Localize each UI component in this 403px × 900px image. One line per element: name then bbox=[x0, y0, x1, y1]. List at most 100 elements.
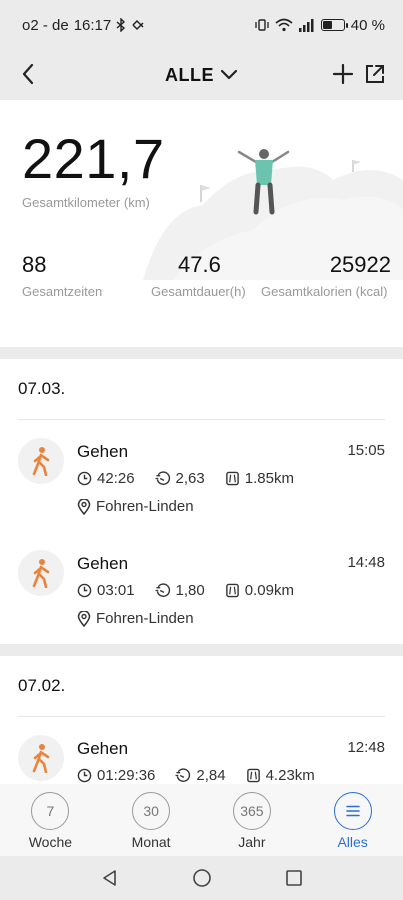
stat-total-times: 88 Gesamtzeiten bbox=[22, 252, 102, 300]
nav-recents-button[interactable] bbox=[281, 865, 307, 891]
carrier-label: o2 - de bbox=[22, 16, 69, 34]
stat-total-duration: 47.6 Gesamtdauer(h) bbox=[151, 252, 246, 300]
duration-value: 03:01 bbox=[97, 582, 135, 599]
tab-all-badge bbox=[333, 792, 372, 830]
signal-icon bbox=[298, 18, 314, 32]
tab-all[interactable]: Alles bbox=[302, 784, 403, 856]
duration-metric: 01:29:36 bbox=[77, 767, 155, 784]
distance-metric: 1.85km bbox=[225, 470, 294, 487]
status-right: 40 % bbox=[255, 17, 385, 34]
tab-year[interactable]: 365 Jahr bbox=[202, 784, 303, 856]
tab-year-label: Jahr bbox=[238, 834, 266, 850]
walking-icon bbox=[18, 550, 64, 596]
chevron-left-icon bbox=[22, 63, 34, 85]
nav-back-button[interactable] bbox=[97, 865, 123, 891]
stat-label: Gesamtdauer(h) bbox=[151, 284, 246, 299]
add-button[interactable] bbox=[329, 60, 357, 88]
duration-value: 42:26 bbox=[97, 470, 135, 487]
pace-metric: 1,80 bbox=[155, 582, 205, 599]
date-group: 07.02. Gehen 12:48 01:29:36 2,84 4.23km bbox=[0, 656, 403, 784]
chevron-down-icon bbox=[220, 69, 238, 80]
distance-value: 4.23km bbox=[265, 767, 315, 784]
pace-icon bbox=[175, 768, 191, 782]
activity-time: 12:48 bbox=[347, 739, 385, 756]
pace-value: 2,84 bbox=[196, 767, 226, 784]
vibrate-icon bbox=[255, 19, 269, 31]
circle-home-icon bbox=[192, 869, 211, 887]
pace-value: 2,63 bbox=[175, 470, 205, 487]
period-tab-bar: 7 Woche 30 Monat 365 Jahr Alles bbox=[0, 784, 403, 856]
battery-label: 40 % bbox=[350, 16, 385, 34]
activity-item[interactable]: Gehen 14:48 03:01 1,80 0.09km Fohren-Lin… bbox=[0, 532, 403, 644]
location-pin-icon bbox=[77, 498, 91, 515]
wifi-icon bbox=[275, 18, 293, 32]
status-bar: o2 - de 16:17 40 % bbox=[0, 0, 403, 50]
distance-value: 1.85km bbox=[244, 470, 294, 487]
date-header: 07.03. bbox=[18, 379, 66, 398]
pace-value: 1,80 bbox=[175, 582, 205, 599]
tab-week[interactable]: 7 Woche bbox=[0, 784, 101, 856]
tab-month-label: Monat bbox=[131, 834, 171, 850]
filter-dropdown[interactable]: ALLE bbox=[165, 65, 238, 86]
app-header: ALLE bbox=[0, 50, 403, 100]
activity-metrics: 42:26 2,63 1.85km bbox=[77, 470, 314, 487]
stat-label: Gesamtzeiten bbox=[22, 284, 103, 299]
duration-metric: 42:26 bbox=[77, 470, 135, 487]
date-group: 07.03. Gehen 15:05 42:26 2,63 1.85km Foh… bbox=[0, 359, 403, 644]
tab-week-label: Woche bbox=[28, 834, 73, 850]
activity-name: Gehen bbox=[77, 739, 129, 758]
activity-item[interactable]: Gehen 15:05 42:26 2,63 1.85km Fohren-Lin… bbox=[0, 420, 403, 532]
filter-label: ALLE bbox=[165, 64, 214, 85]
back-button[interactable] bbox=[14, 60, 42, 88]
plus-icon bbox=[332, 63, 354, 85]
status-left: o2 - de 16:17 bbox=[22, 17, 145, 34]
summary-card: 221,7 Gesamtkilometer (km) 88 Gesamtzeit… bbox=[0, 100, 403, 347]
tab-month-badge: 30 bbox=[132, 792, 171, 830]
distance-value: 0.09km bbox=[244, 582, 294, 599]
duration-value: 01:29:36 bbox=[97, 767, 156, 784]
activity-item[interactable]: Gehen 12:48 01:29:36 2,84 4.23km bbox=[0, 717, 403, 784]
clock-icon bbox=[77, 471, 92, 486]
triangle-back-icon bbox=[102, 870, 116, 886]
tab-year-badge: 365 bbox=[232, 792, 271, 830]
distance-metric: 4.23km bbox=[246, 767, 315, 784]
activity-location: Fohren-Linden bbox=[77, 498, 194, 515]
bluetooth-icon bbox=[116, 18, 126, 32]
clock-label: 16:17 bbox=[73, 16, 112, 34]
activity-name: Gehen bbox=[77, 442, 129, 461]
stat-value: 25922 bbox=[329, 252, 391, 277]
activity-name: Gehen bbox=[77, 554, 129, 573]
group-gap bbox=[0, 644, 403, 656]
clock-icon bbox=[77, 768, 92, 783]
location-label: Fohren-Linden bbox=[96, 610, 194, 627]
stat-total-calories: 25922 Gesamtkalorien (kcal) bbox=[261, 252, 391, 300]
system-nav-bar bbox=[0, 856, 403, 900]
nfc-icon bbox=[132, 19, 144, 31]
share-button[interactable] bbox=[361, 60, 389, 88]
activity-metrics: 03:01 1,80 0.09km bbox=[77, 582, 314, 599]
activity-list: 07.03. Gehen 15:05 42:26 2,63 1.85km Foh… bbox=[0, 359, 403, 784]
activity-location: Fohren-Linden bbox=[77, 610, 194, 627]
stat-value: 47.6 bbox=[178, 252, 221, 277]
distance-metric: 0.09km bbox=[225, 582, 294, 599]
location-pin-icon bbox=[77, 610, 91, 627]
stat-value: 88 bbox=[22, 252, 47, 277]
pace-icon bbox=[155, 583, 170, 597]
pace-icon bbox=[155, 471, 170, 485]
stat-label: Gesamtkalorien (kcal) bbox=[261, 284, 388, 299]
pace-metric: 2,63 bbox=[155, 470, 205, 487]
total-km-label: Gesamtkilometer (km) bbox=[22, 195, 150, 210]
duration-metric: 03:01 bbox=[77, 582, 135, 599]
tab-all-label: Alles bbox=[337, 834, 368, 850]
battery-icon bbox=[320, 19, 348, 31]
tab-month[interactable]: 30 Monat bbox=[101, 784, 202, 856]
nav-home-button[interactable] bbox=[189, 865, 215, 891]
square-recents-icon bbox=[285, 870, 302, 886]
activity-time: 15:05 bbox=[347, 442, 385, 459]
road-icon bbox=[225, 583, 239, 598]
walking-icon bbox=[18, 438, 64, 484]
date-header: 07.02. bbox=[18, 676, 66, 695]
activity-metrics: 01:29:36 2,84 4.23km bbox=[77, 767, 335, 784]
location-label: Fohren-Linden bbox=[96, 498, 194, 515]
road-icon bbox=[225, 471, 239, 486]
